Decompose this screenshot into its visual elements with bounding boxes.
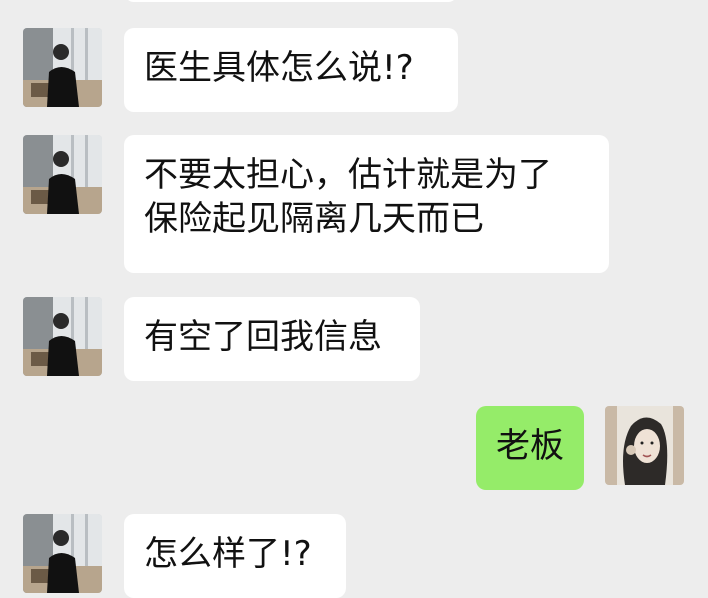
woman-sketch-photo-icon bbox=[605, 406, 684, 485]
message-bubble[interactable]: 有空了回我信息 bbox=[124, 297, 420, 381]
chat-conversation: 医生具体怎么说!? 不要太担心，估计就是为了 保险起见隔离几天而已 有空了回我信… bbox=[0, 0, 708, 598]
message-bubble-partial[interactable] bbox=[124, 0, 458, 2]
contact-avatar[interactable] bbox=[23, 135, 102, 214]
message-text: 老板 bbox=[496, 426, 564, 466]
man-in-office-photo-icon bbox=[23, 297, 102, 376]
self-avatar[interactable] bbox=[605, 406, 684, 485]
message-text: 有空了回我信息 bbox=[144, 317, 382, 357]
message-bubble[interactable]: 医生具体怎么说!? bbox=[124, 28, 458, 112]
message-text-line: 保险起见隔离几天而已 bbox=[144, 199, 484, 239]
contact-avatar[interactable] bbox=[23, 28, 102, 107]
message-text-line: 不要太担心，估计就是为了 bbox=[144, 155, 552, 195]
message-bubble[interactable]: 不要太担心，估计就是为了 保险起见隔离几天而已 bbox=[124, 135, 609, 273]
man-in-office-photo-icon bbox=[23, 514, 102, 593]
contact-avatar[interactable] bbox=[23, 297, 102, 376]
message-text: 怎么样了!? bbox=[144, 534, 312, 574]
outgoing-message-bubble[interactable]: 老板 bbox=[476, 406, 584, 490]
contact-avatar[interactable] bbox=[23, 514, 102, 593]
message-bubble[interactable]: 怎么样了!? bbox=[124, 514, 346, 598]
man-in-office-photo-icon bbox=[23, 135, 102, 214]
message-text: 医生具体怎么说!? bbox=[144, 48, 414, 88]
man-in-office-photo-icon bbox=[23, 28, 102, 107]
